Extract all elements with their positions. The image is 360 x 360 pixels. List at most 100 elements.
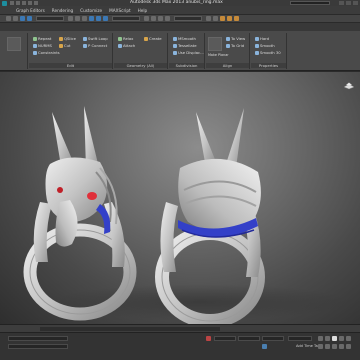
play-icon[interactable] bbox=[332, 336, 337, 341]
previous-frame-icon[interactable] bbox=[325, 336, 330, 341]
region-select-icon[interactable] bbox=[82, 16, 87, 21]
zoom-all-icon[interactable] bbox=[325, 344, 330, 349]
angle-snap-icon[interactable] bbox=[158, 16, 163, 21]
perspective-viewport[interactable] bbox=[0, 72, 360, 324]
create-button[interactable]: Create bbox=[144, 36, 162, 41]
align-icon[interactable] bbox=[213, 16, 218, 21]
prompt-line-field bbox=[8, 344, 68, 349]
quick-access-toolbar bbox=[10, 1, 38, 5]
auto-key-icon[interactable] bbox=[262, 344, 267, 349]
time-slider[interactable] bbox=[40, 327, 220, 331]
smooth-icon bbox=[255, 43, 259, 48]
rotate-icon[interactable] bbox=[96, 16, 101, 21]
displacement-icon bbox=[173, 50, 177, 55]
smooth-button[interactable]: Smooth bbox=[255, 43, 275, 48]
scale-icon[interactable] bbox=[103, 16, 108, 21]
menu-item-maxscript[interactable]: MAXScript bbox=[109, 8, 131, 13]
percent-snap-icon[interactable] bbox=[165, 16, 170, 21]
redo-icon[interactable] bbox=[13, 16, 18, 21]
snap-icon[interactable] bbox=[151, 16, 156, 21]
unlink-icon[interactable] bbox=[27, 16, 32, 21]
go-to-start-icon[interactable] bbox=[318, 336, 323, 341]
zoom-icon[interactable] bbox=[318, 344, 323, 349]
qslice-button[interactable]: QSlice bbox=[59, 36, 76, 41]
named-selection-dropdown[interactable] bbox=[174, 16, 202, 21]
lock-selection-icon[interactable] bbox=[206, 336, 211, 341]
relax-icon bbox=[118, 36, 122, 41]
menu-item-customize[interactable]: Customize bbox=[80, 8, 102, 13]
status-bar: Add Time Tag bbox=[0, 332, 360, 360]
group-label-edit: Edit bbox=[29, 63, 112, 68]
orbit-icon[interactable] bbox=[339, 344, 344, 349]
hard-icon bbox=[255, 36, 259, 41]
ribbon-group-geometry: Relax Attach Create Geometry (All) bbox=[114, 33, 168, 69]
tessellate-button[interactable]: Tessellate bbox=[173, 43, 197, 48]
reference-coord-dropdown[interactable] bbox=[112, 16, 140, 21]
nurms-button[interactable]: NURMS bbox=[33, 43, 52, 48]
x-coordinate-field[interactable] bbox=[214, 336, 236, 341]
undo-icon[interactable] bbox=[6, 16, 11, 21]
render-icon[interactable] bbox=[234, 16, 239, 21]
ribbon-tab-strip bbox=[0, 23, 360, 31]
redo-icon[interactable] bbox=[34, 1, 38, 5]
make-planar-button[interactable] bbox=[208, 37, 222, 51]
select-object-icon[interactable] bbox=[68, 16, 73, 21]
add-time-tag-button[interactable]: Add Time Tag bbox=[296, 344, 320, 348]
viewcube-home-icon[interactable] bbox=[342, 82, 356, 90]
time-slider-bar bbox=[0, 324, 360, 332]
swift-loop-button[interactable]: Swift Loop bbox=[83, 36, 108, 41]
repeat-icon bbox=[33, 36, 37, 41]
selection-filter-dropdown[interactable] bbox=[36, 16, 64, 21]
pan-icon[interactable] bbox=[332, 344, 337, 349]
relax-button[interactable]: Relax bbox=[118, 36, 133, 41]
mirror-icon[interactable] bbox=[206, 16, 211, 21]
ribbon-group-subdivision: MSmooth Tessellate Use Displac... Subdiv… bbox=[169, 33, 205, 69]
attach-icon bbox=[118, 43, 122, 48]
app-logo-icon[interactable] bbox=[2, 0, 7, 6]
anubis-ring-front[interactable] bbox=[23, 106, 137, 321]
maximize-viewport-icon[interactable] bbox=[346, 344, 351, 349]
ribbon-group-modify bbox=[2, 33, 28, 69]
cut-button[interactable]: Cut bbox=[59, 43, 71, 48]
menu-item-graph-editors[interactable]: Graph Editors bbox=[16, 8, 45, 13]
pivot-icon[interactable] bbox=[144, 16, 149, 21]
maxscript-listener-field[interactable] bbox=[8, 336, 68, 341]
minimize-icon[interactable] bbox=[339, 1, 344, 5]
hard-button[interactable]: Hard bbox=[255, 36, 269, 41]
y-coordinate-field[interactable] bbox=[238, 336, 260, 341]
group-label-align: Align bbox=[206, 63, 249, 68]
go-to-end-icon[interactable] bbox=[346, 336, 351, 341]
z-coordinate-field[interactable] bbox=[262, 336, 284, 341]
to-view-button[interactable]: To View bbox=[226, 36, 245, 41]
p-connect-button[interactable]: P Connect bbox=[83, 43, 107, 48]
create-icon bbox=[144, 36, 148, 41]
render-setup-icon[interactable] bbox=[227, 16, 232, 21]
move-icon[interactable] bbox=[89, 16, 94, 21]
modify-mode-button[interactable] bbox=[7, 37, 21, 51]
save-file-icon[interactable] bbox=[22, 1, 26, 5]
next-frame-icon[interactable] bbox=[339, 336, 344, 341]
smooth-30-button[interactable]: Smooth 30 bbox=[255, 50, 281, 55]
repeat-button[interactable]: Repeat bbox=[33, 36, 51, 41]
select-by-name-icon[interactable] bbox=[75, 16, 80, 21]
undo-icon[interactable] bbox=[28, 1, 32, 5]
to-grid-button[interactable]: To Grid bbox=[226, 43, 244, 48]
use-displacement-button[interactable]: Use Displac... bbox=[173, 50, 204, 55]
msmooth-button[interactable]: MSmooth bbox=[173, 36, 196, 41]
new-file-icon[interactable] bbox=[10, 1, 14, 5]
help-search-input[interactable] bbox=[290, 1, 330, 5]
to-view-icon bbox=[226, 36, 230, 41]
maximize-icon[interactable] bbox=[346, 1, 351, 5]
menu-item-help[interactable]: Help bbox=[138, 8, 148, 13]
attach-button[interactable]: Attach bbox=[118, 43, 135, 48]
material-editor-icon[interactable] bbox=[220, 16, 225, 21]
close-icon[interactable] bbox=[353, 1, 358, 5]
select-link-icon[interactable] bbox=[20, 16, 25, 21]
menu-bar: Graph Editors Rendering Customize MAXScr… bbox=[0, 6, 360, 15]
menu-item-rendering[interactable]: Rendering bbox=[52, 8, 73, 13]
nurms-icon bbox=[33, 43, 37, 48]
constraints-dropdown[interactable]: Constraints bbox=[33, 50, 60, 55]
open-file-icon[interactable] bbox=[16, 1, 20, 5]
to-grid-icon bbox=[226, 43, 230, 48]
grid-spacing-field bbox=[288, 336, 312, 341]
